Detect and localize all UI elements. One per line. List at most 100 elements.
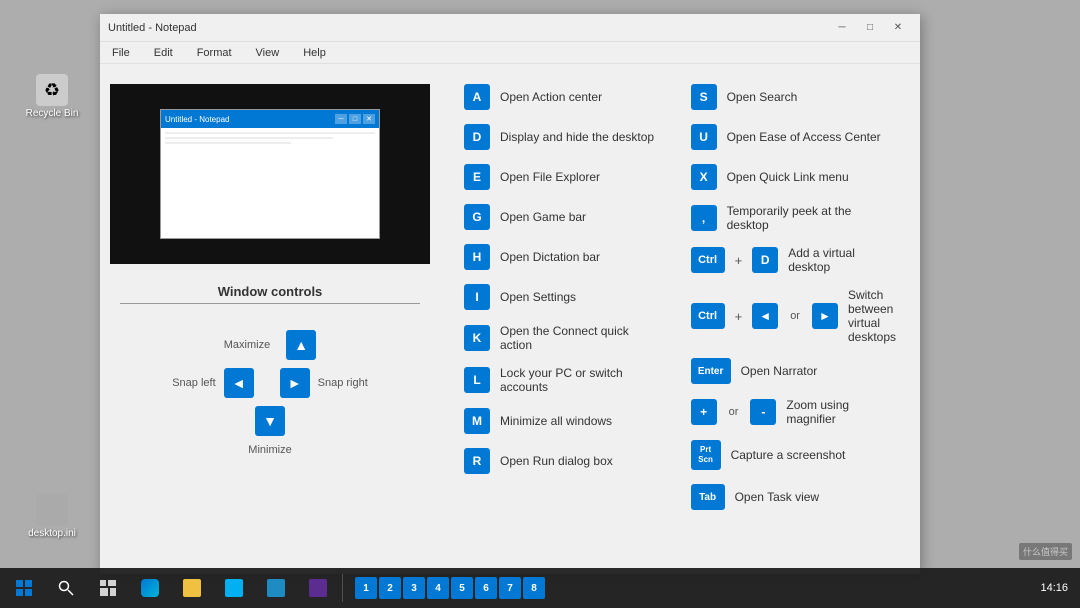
num-btn-7[interactable]: 7 [499, 577, 521, 599]
store-icon [225, 579, 243, 597]
num-btn-5[interactable]: 5 [451, 577, 473, 599]
shortcut-row-zoom: + or - Zoom using magnifier [691, 398, 896, 426]
desc-prtscn: Capture a screenshot [731, 448, 846, 462]
desc-ctrl-d: Add a virtual desktop [788, 246, 896, 274]
notepad-window: Untitled - Notepad ─ □ ✕ File Edit Forma… [100, 14, 920, 574]
desc-s: Open Search [727, 90, 798, 104]
key-left-arrow: ◄ [752, 303, 778, 329]
key-plus: + [691, 399, 717, 425]
inner-title: Untitled - Notepad [165, 115, 229, 124]
shortcut-row-l: L Lock your PC or switch accounts [464, 366, 661, 394]
inner-max-btn[interactable]: □ [349, 114, 361, 124]
plus-sign1: + [735, 253, 743, 268]
vscode-button[interactable] [256, 569, 296, 607]
desc-ctrl-arrows: Switch between virtual desktops [848, 288, 896, 344]
desc-r: Open Run dialog box [500, 454, 613, 468]
key-d2: D [752, 247, 778, 273]
key-e: E [464, 164, 490, 190]
desktop-icon-recycle[interactable]: ♻ Recycle Bin [20, 70, 84, 123]
key-r: R [464, 448, 490, 474]
menu-view[interactable]: View [252, 45, 284, 61]
num-btn-1[interactable]: 1 [355, 577, 377, 599]
or-sign2: or [729, 406, 739, 418]
window-controls-section: Window controls Maximize ▲ Snap left [120, 284, 420, 466]
num-btn-6[interactable]: 6 [475, 577, 497, 599]
desc-a: Open Action center [500, 90, 602, 104]
desc-e: Open File Explorer [500, 170, 600, 184]
start-button[interactable] [4, 569, 44, 607]
key-d: D [464, 124, 490, 150]
desktop-icon-label: Recycle Bin [26, 108, 79, 119]
desktop-icon-label2: desktop.ini [28, 528, 76, 539]
num-btn-8[interactable]: 8 [523, 577, 545, 599]
shortcut-row-prtscn: PrtScn Capture a screenshot [691, 440, 896, 470]
desktop: ♻ Recycle Bin desktop.ini Untitled - Not… [0, 0, 1080, 608]
shortcut-row-u: U Open Ease of Access Center [691, 124, 896, 150]
taskbar-time: 14:16 [1040, 582, 1076, 594]
key-comma: , [691, 205, 717, 231]
desc-g: Open Game bar [500, 210, 586, 224]
task-view-button[interactable] [88, 569, 128, 607]
close-window-btn[interactable]: ✕ [884, 18, 912, 38]
shortcut-row-k: K Open the Connect quick action [464, 324, 661, 352]
edge-icon [141, 579, 159, 597]
desc-u: Open Ease of Access Center [727, 130, 881, 144]
left-panel: Untitled - Notepad ─ □ ✕ [100, 64, 440, 574]
key-g: G [464, 204, 490, 230]
shortcut-row-ctrl-arrows: Ctrl + ◄ or ► Switch between virtual des… [691, 288, 896, 344]
watermark: 什么值得买 [1019, 543, 1072, 560]
up-arrow-icon: ▲ [294, 337, 308, 353]
vs-button[interactable] [298, 569, 338, 607]
shortcut-row-d: D Display and hide the desktop [464, 124, 661, 150]
desc-d: Display and hide the desktop [500, 130, 654, 144]
window-controls-top: ─ □ ✕ [828, 18, 912, 38]
maximize-window-btn[interactable]: □ [856, 18, 884, 38]
desc-h: Open Dictation bar [500, 250, 600, 264]
menu-format[interactable]: Format [193, 45, 236, 61]
left-arrow-btn[interactable]: ◄ [224, 368, 254, 398]
key-ctrl2: Ctrl [691, 303, 725, 329]
search-button[interactable] [46, 569, 86, 607]
shortcut-row-tab: Tab Open Task view [691, 484, 896, 510]
right-arrow-btn[interactable]: ► [280, 368, 310, 398]
inner-titlebar: Untitled - Notepad ─ □ ✕ [161, 110, 379, 128]
key-u: U [691, 124, 717, 150]
inner-content [161, 128, 379, 151]
shortcut-row-enter: Enter Open Narrator [691, 358, 896, 384]
maximize-label: Maximize [224, 339, 270, 351]
key-minus: - [750, 399, 776, 425]
file-explorer-button[interactable] [172, 569, 212, 607]
inner-min-btn[interactable]: ─ [335, 114, 347, 124]
window-content: Untitled - Notepad ─ □ ✕ [100, 64, 920, 574]
desc-l: Lock your PC or switch accounts [500, 366, 661, 394]
search-icon [58, 580, 74, 596]
taskbar: 1 2 3 4 5 6 7 8 14:16 [0, 568, 1080, 608]
store-button[interactable] [214, 569, 254, 607]
num-btn-2[interactable]: 2 [379, 577, 401, 599]
shortcut-row-x: X Open Quick Link menu [691, 164, 896, 190]
snap-left-label: Snap left [172, 377, 215, 389]
section-title: Window controls [120, 284, 420, 304]
window-titlebar: Untitled - Notepad ─ □ ✕ [100, 14, 920, 42]
folder-icon [183, 579, 201, 597]
vs-icon [309, 579, 327, 597]
shortcut-row-r: R Open Run dialog box [464, 448, 661, 474]
inner-close-btn[interactable]: ✕ [363, 114, 375, 124]
inner-win-btns: ─ □ ✕ [335, 114, 375, 124]
desktop-icon-bottom[interactable]: desktop.ini [20, 490, 84, 543]
desc-enter: Open Narrator [741, 364, 818, 378]
edge-button[interactable] [130, 569, 170, 607]
desc-m: Minimize all windows [500, 414, 612, 428]
num-btn-4[interactable]: 4 [427, 577, 449, 599]
num-btn-3[interactable]: 3 [403, 577, 425, 599]
key-enter: Enter [691, 358, 731, 384]
minimize-window-btn[interactable]: ─ [828, 18, 856, 38]
menu-help[interactable]: Help [299, 45, 330, 61]
up-arrow-btn[interactable]: ▲ [286, 330, 316, 360]
shortcuts-col-right: S Open Search U Open Ease of Access Cent… [691, 84, 896, 554]
menu-file[interactable]: File [108, 45, 134, 61]
menu-edit[interactable]: Edit [150, 45, 177, 61]
down-arrow-btn[interactable]: ▼ [255, 406, 285, 436]
controls-diagram: Maximize ▲ Snap left ◄ [120, 320, 420, 466]
windows-icon [16, 580, 32, 596]
